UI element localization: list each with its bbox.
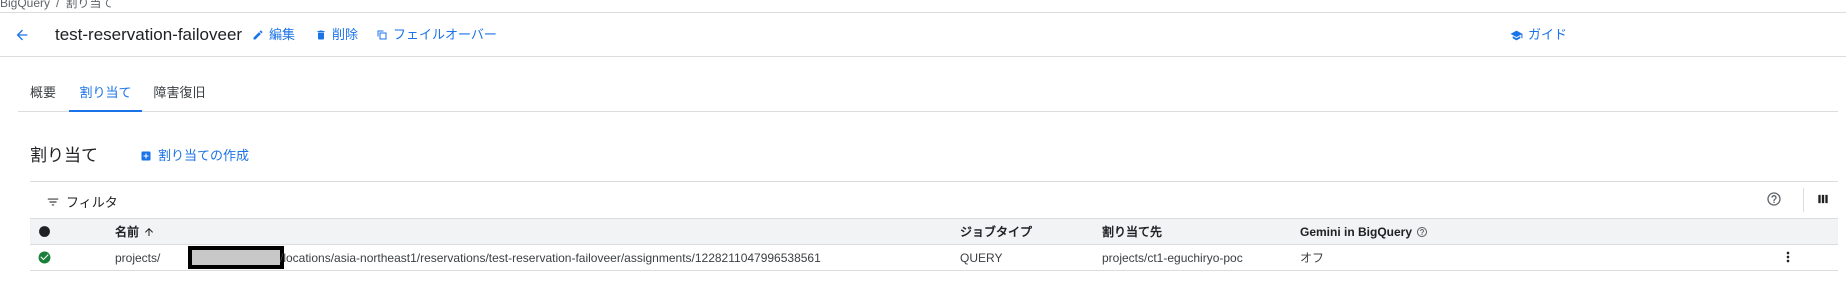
gemini-cell: オフ [1300,251,1325,265]
edit-label: 編集 [269,27,296,42]
tab-bar: 概要 割り当て 障害復旧 [18,78,1838,112]
page-title: test-reservation-failoveer [55,25,243,44]
job-type-column-header[interactable]: ジョブタイプ [960,225,1032,239]
job-type-cell: QUERY [960,251,1003,265]
breadcrumb-current: 割り当て [65,0,114,10]
tab-assignments-label: 割り当て [79,85,132,100]
guide-button[interactable]: ガイド [1510,27,1567,43]
gemini-column-header[interactable]: Gemini in BigQuery [1300,225,1428,239]
edit-button[interactable]: 編集 [252,27,295,43]
failover-button[interactable]: フェイルオーバー [376,27,497,43]
name-column-header[interactable]: 名前 [115,225,155,239]
view-column-icon [1818,194,1828,204]
tab-overview-label: 概要 [29,85,56,100]
sort-ascending-icon [145,228,154,236]
row-actions-button[interactable] [1780,249,1796,268]
back-button[interactable] [12,25,32,45]
status-dot-icon [39,226,50,237]
gemini-column-label: Gemini in BigQuery [1300,225,1413,239]
assignee-cell: projects/ct1-eguchiryo-poc [1102,251,1243,265]
tab-disaster-recovery-label: 障害復旧 [153,85,206,100]
create-assignment-button[interactable]: 割り当ての作成 [140,148,249,164]
tab-assignments[interactable]: 割り当て [69,78,142,112]
failover-icon [377,30,387,40]
section-title: 割り当て [30,146,98,165]
school-icon [1510,30,1523,40]
add-box-icon [141,151,151,161]
help-outline-icon[interactable] [1416,226,1428,238]
trash-icon [317,30,325,40]
redacted-project-id [188,246,284,269]
filter-button[interactable]: フィルタ [46,192,118,211]
name-column-label: 名前 [115,225,140,239]
status-cell [38,251,51,267]
assignee-column-label: 割り当て先 [1102,225,1163,239]
name-cell-suffix[interactable]: /locations/asia-northeast1/reservations/… [280,251,821,265]
table-header: 名前 ジョブタイプ 割り当て先 Gemini in BigQuery [30,218,1838,245]
failover-label: フェイルオーバー [393,27,497,42]
filter-label: フィルタ [66,195,118,210]
delete-label: 削除 [332,27,359,42]
more-vert-icon [1786,251,1790,263]
page-header: test-reservation-failoveer 編集 削除 フェイルオーバ… [0,12,1846,57]
guide-label: ガイド [1528,27,1568,42]
pencil-icon [253,30,263,40]
column-display-button[interactable] [1816,192,1830,209]
create-assignment-label: 割り当ての作成 [158,148,250,163]
job-type-column-label: ジョブタイプ [960,225,1033,239]
breadcrumb-separator: / [56,0,60,10]
help-button[interactable] [1766,191,1782,210]
assignee-column-header[interactable]: 割り当て先 [1102,225,1162,239]
filter-bar: フィルタ [30,181,1838,218]
filter-list-icon [47,198,59,205]
tab-disaster-recovery[interactable]: 障害復旧 [146,78,213,112]
help-icon [1767,192,1781,206]
breadcrumb: BigQuery / 割り当て [0,0,114,10]
name-cell-prefix[interactable]: projects/ [115,251,160,265]
check-circle-icon [38,251,51,264]
tab-overview[interactable]: 概要 [18,78,68,112]
toolbar-divider [1803,188,1804,212]
table-row: projects/ /locations/asia-northeast1/res… [30,245,1838,271]
status-column-header [38,225,51,238]
arrow-back-icon [16,29,28,41]
delete-button[interactable]: 削除 [315,27,358,43]
breadcrumb-parent[interactable]: BigQuery [0,0,50,10]
